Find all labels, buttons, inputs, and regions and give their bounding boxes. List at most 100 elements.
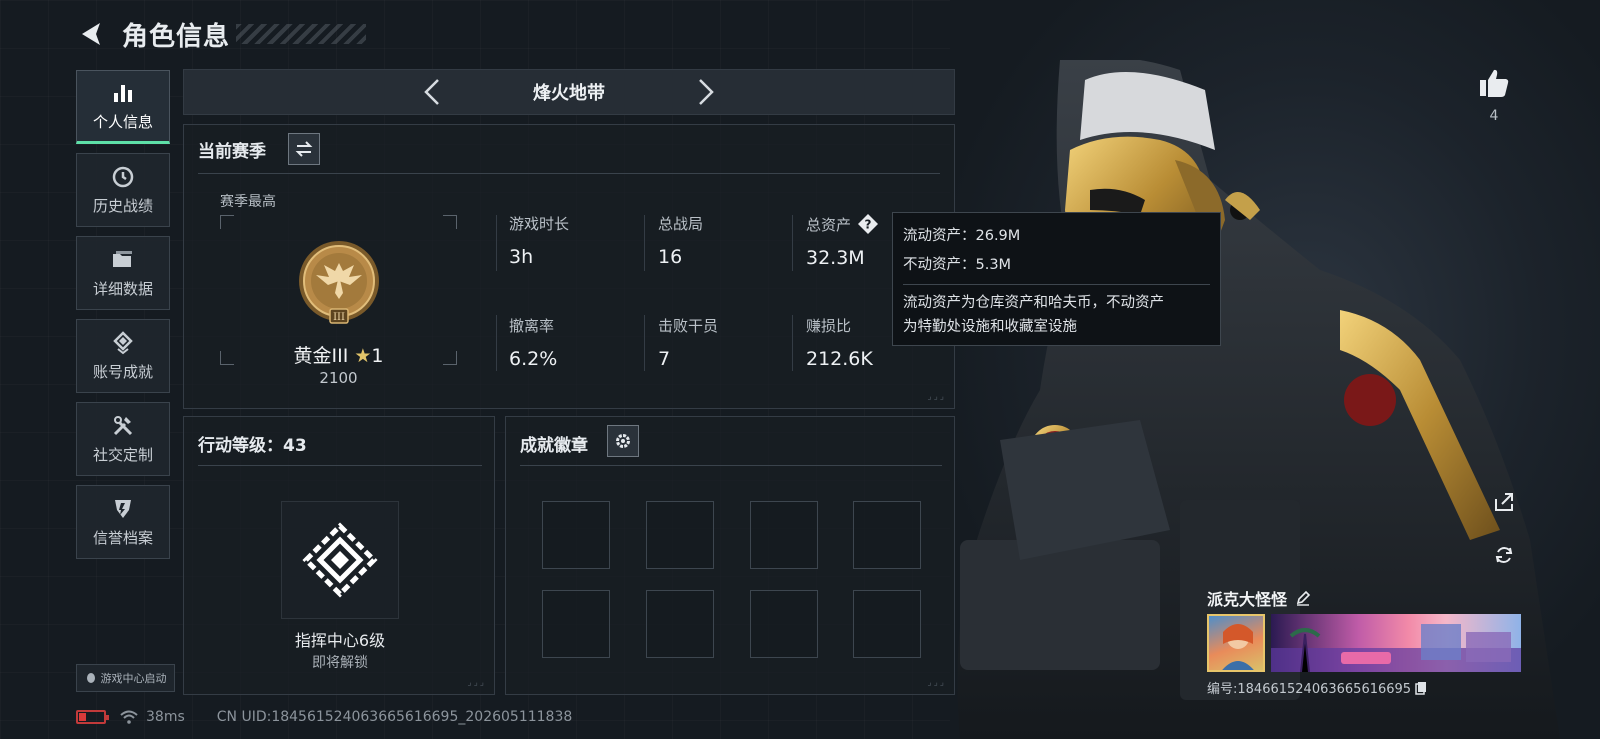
stat-operators-defeated: 击败干员 7 xyxy=(658,315,798,370)
corner-decoration: ⌟⌟⌟ xyxy=(927,678,946,688)
refresh-button[interactable] xyxy=(1488,539,1520,571)
stat-value: 7 xyxy=(658,348,671,370)
share-icon xyxy=(1495,493,1513,511)
stat-label: 总资产 xyxy=(806,215,852,234)
sidebar-item-label: 信誉档案 xyxy=(92,528,153,547)
tools-icon xyxy=(113,415,133,435)
clock-icon xyxy=(112,166,134,187)
sidebar-item-label: 账号成就 xyxy=(92,362,153,381)
gold-rank-emblem-icon: III xyxy=(299,241,379,324)
banner-cityscape-icon xyxy=(1271,624,1521,672)
refresh-icon xyxy=(1495,547,1513,563)
stat-total-matches: 总战局 16 xyxy=(658,213,798,268)
stat-value: 212.6K xyxy=(806,348,873,370)
uid-text: CN UID:184561524063665616695_20260511183… xyxy=(216,709,573,725)
assets-tooltip: 流动资产：26.9M 不动资产：5.3M 流动资产为仓库资产和哈夫币，不动资产 … xyxy=(892,212,1221,346)
svg-text:III: III xyxy=(333,312,345,323)
player-banner[interactable] xyxy=(1271,614,1521,672)
badge-slot[interactable] xyxy=(853,501,921,569)
unlock-status: 即将解锁 xyxy=(312,655,368,671)
stat-divider xyxy=(496,215,497,271)
achievement-badges-panel: 成就徽章 ⌟⌟⌟ xyxy=(505,416,955,695)
stat-play-time: 游戏时长 3h xyxy=(509,213,649,268)
stat-label: 击败干员 xyxy=(658,317,719,335)
stat-value: 3h xyxy=(509,246,534,268)
header: 角色信息 xyxy=(76,14,367,54)
tooltip-desc-line-1: 流动资产为仓库资产和哈夫币，不动资产 xyxy=(903,295,1164,311)
tooltip-liquid-assets: 流动资产：26.9M xyxy=(903,228,1021,244)
help-icon[interactable]: ? xyxy=(857,213,879,235)
action-level-title: 行动等级：43 xyxy=(198,436,307,456)
divider xyxy=(198,465,482,466)
rank-name: 黄金III xyxy=(293,345,349,367)
launch-label: 游戏中心启动 xyxy=(100,672,167,685)
tooltip-desc-line-2: 为特勤处设施和收藏室设施 xyxy=(903,319,1077,335)
sidebar-item-credit[interactable]: 信誉档案 xyxy=(76,485,170,559)
badge-slot[interactable] xyxy=(750,590,818,658)
player-name: 派克大怪怪 xyxy=(1207,590,1288,609)
sidebar-item-history[interactable]: 历史战绩 xyxy=(76,153,170,227)
player-id: 编号:1846615240636656166​95 xyxy=(1207,682,1412,697)
sidebar-item-label: 个人信息 xyxy=(92,112,153,131)
wifi-icon xyxy=(120,710,138,724)
divider xyxy=(520,465,942,466)
svg-text:?: ? xyxy=(865,218,872,232)
sidebar-item-label: 详细数据 xyxy=(92,279,153,298)
player-avatar[interactable] xyxy=(1207,614,1265,672)
penguin-icon xyxy=(86,673,95,683)
unlock-name: 指挥中心6级 xyxy=(294,631,386,650)
status-bar: 38ms CN UID:184561524063665616695_202605… xyxy=(76,707,572,727)
player-id-row: 编号:1846615240636656166​95 xyxy=(1207,678,1537,697)
thumbs-up-icon[interactable] xyxy=(1477,66,1511,100)
rank-stars: 1 xyxy=(371,345,384,367)
badge-slot[interactable] xyxy=(853,590,921,658)
page-title: 角色信息 xyxy=(122,21,231,52)
divider xyxy=(198,173,940,174)
medal-icon xyxy=(113,330,133,354)
stat-divider xyxy=(496,315,497,371)
gear-icon xyxy=(616,434,630,448)
unlock-icon-box[interactable] xyxy=(281,501,399,619)
player-name-row: 派克大怪怪 xyxy=(1207,586,1537,610)
badge-slot[interactable] xyxy=(646,501,714,569)
back-arrow-icon[interactable] xyxy=(76,19,106,49)
badge-slot[interactable] xyxy=(750,501,818,569)
season-best-label: 赛季最高 xyxy=(220,194,276,210)
badge-slot[interactable] xyxy=(542,501,610,569)
mode-selector: 烽火地带 xyxy=(183,69,955,115)
folder-icon xyxy=(113,250,132,267)
chevron-left-icon[interactable] xyxy=(420,77,444,107)
share-button[interactable] xyxy=(1488,486,1520,518)
stat-extraction-rate: 撤离率 6.2% xyxy=(509,315,649,370)
sidebar: 个人信息 历史战绩 详细数据 账号成就 社交定制 信誉档案 xyxy=(76,70,170,568)
chevron-right-icon[interactable] xyxy=(694,77,718,107)
edit-pencil-icon[interactable] xyxy=(1295,590,1311,606)
player-name-card: 派克大怪怪 编号:1846615240636656166​95 xyxy=(1207,586,1537,697)
copy-icon[interactable] xyxy=(1415,681,1427,695)
sidebar-item-details[interactable]: 详细数据 xyxy=(76,236,170,310)
bar-chart-icon xyxy=(114,84,132,102)
rank-score: 2100 xyxy=(319,369,358,387)
stat-value: 6.2% xyxy=(509,348,558,370)
sidebar-item-label: 社交定制 xyxy=(92,445,153,464)
sidebar-item-social[interactable]: 社交定制 xyxy=(76,402,170,476)
battery-low-icon xyxy=(76,710,109,724)
badge-slot[interactable] xyxy=(542,590,610,658)
stat-value: 16 xyxy=(658,246,683,268)
season-panel: 当前赛季 赛季最高 III 黄金III ★1 2100 游戏时长 3h 总战局 … xyxy=(183,124,955,409)
corner-decoration: ⌟⌟⌟ xyxy=(467,678,486,688)
tooltip-fixed-assets: 不动资产：5.3M xyxy=(903,257,1012,273)
avatar-illustration-icon xyxy=(1222,624,1254,670)
sidebar-item-achievements[interactable]: 账号成就 xyxy=(76,319,170,393)
action-level-panel: 行动等级：43 指挥中心6级 即将解锁 ⌟⌟⌟ xyxy=(183,416,495,695)
mode-title: 烽火地带 xyxy=(533,83,605,104)
game-center-launch-button[interactable]: 游戏中心启动 xyxy=(76,664,175,692)
season-title: 当前赛季 xyxy=(198,142,266,162)
shield-icon xyxy=(115,499,131,518)
rank-line: 黄金III ★1 xyxy=(220,341,457,368)
season-switch-button[interactable] xyxy=(288,133,320,165)
sidebar-item-personal-info[interactable]: 个人信息 xyxy=(76,70,170,144)
badge-slot[interactable] xyxy=(646,590,714,658)
badge-settings-button[interactable] xyxy=(607,425,639,457)
tooltip-divider xyxy=(903,284,1210,285)
